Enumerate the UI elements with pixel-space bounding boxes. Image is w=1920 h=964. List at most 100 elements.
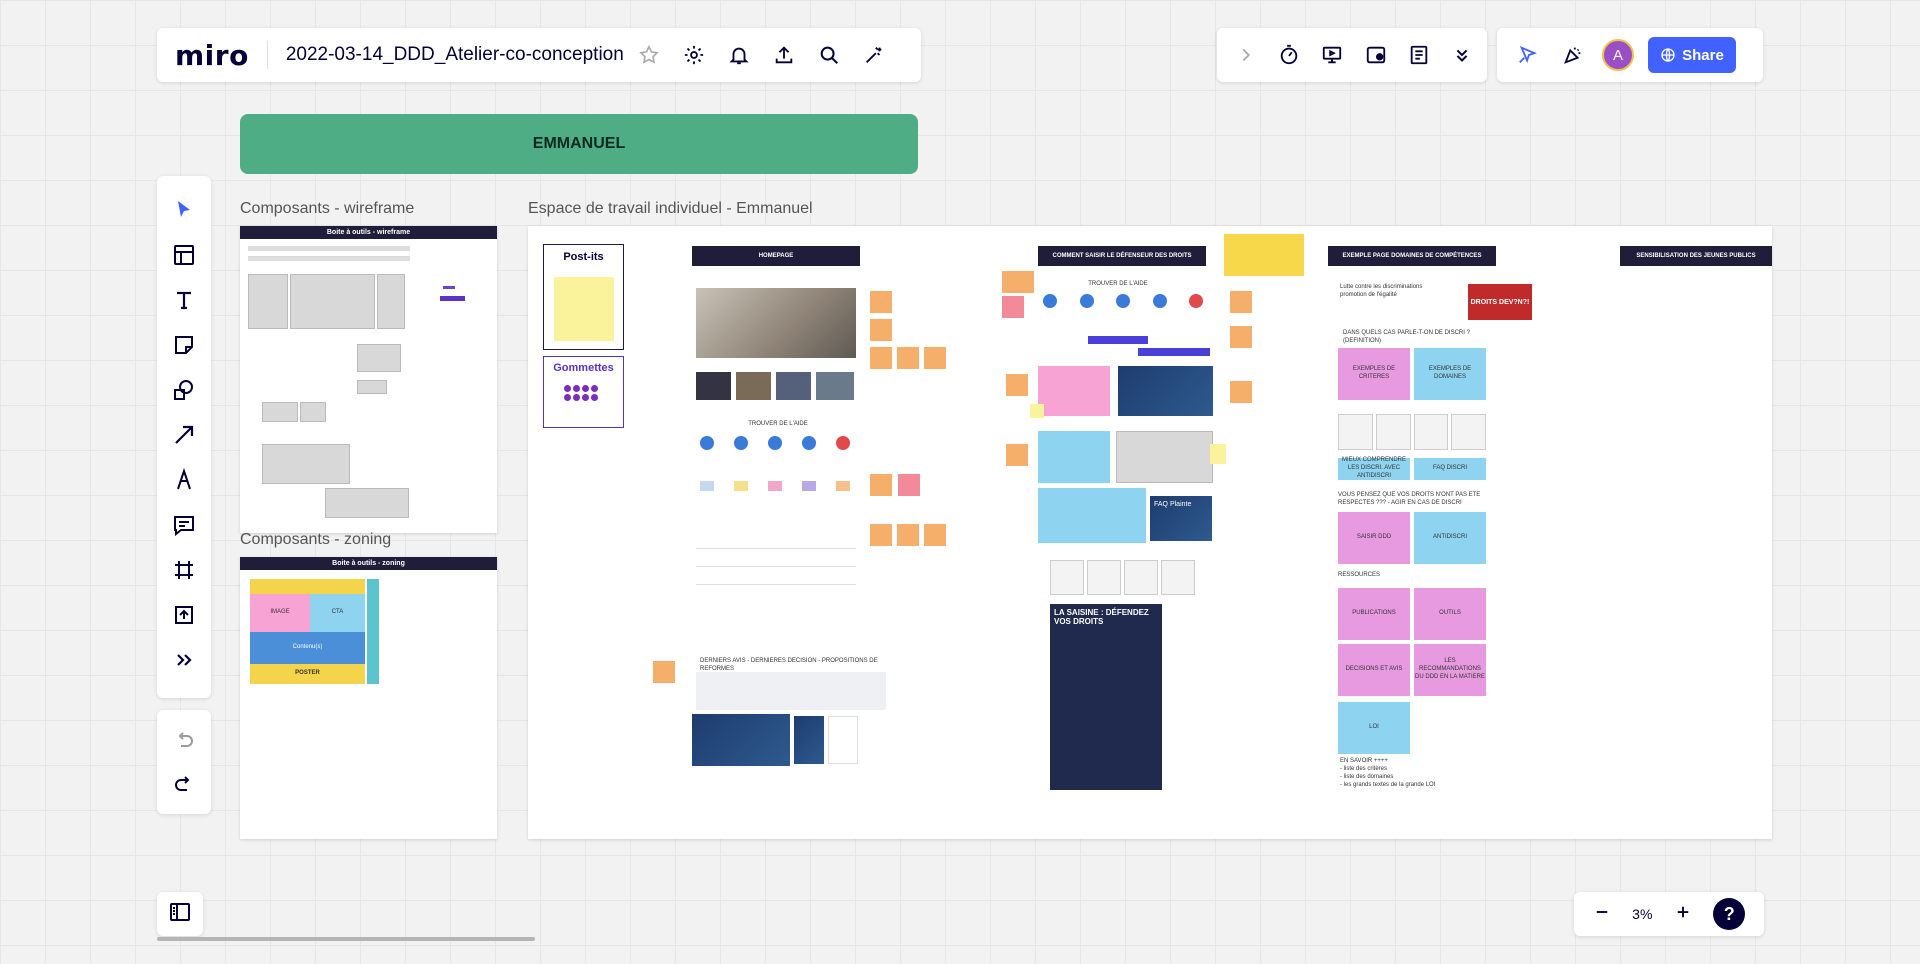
sticky-note[interactable]	[1230, 381, 1252, 403]
zone-image: IMAGE	[250, 594, 310, 632]
domaine-box-recommandations[interactable]: LES RECOMMANDATIONS DU DDD EN LA MATIERE	[1414, 644, 1486, 696]
zoom-controls: 3% ?	[1574, 892, 1764, 936]
zoom-in-icon[interactable]	[1674, 903, 1692, 926]
magic-icon[interactable]	[859, 40, 889, 70]
timer-icon[interactable]	[1274, 40, 1303, 70]
comment-icon[interactable]	[166, 507, 202, 543]
sticky-note[interactable]	[870, 347, 892, 369]
emmanuel-header[interactable]: EMMANUEL	[240, 114, 918, 174]
droits-devant-card[interactable]: DROITS DEV?N?!	[1468, 284, 1532, 320]
wf-button	[440, 296, 465, 301]
sticky-note[interactable]	[1006, 444, 1028, 466]
domaine-box-faq[interactable]: FAQ DISCRI	[1414, 458, 1486, 480]
zoom-level[interactable]: 3%	[1632, 906, 1652, 922]
saisir-button[interactable]	[1138, 348, 1210, 356]
notes-icon[interactable]	[1404, 40, 1433, 70]
wf-image	[262, 402, 298, 422]
sticky-note-yellow[interactable]	[1224, 234, 1304, 276]
domaine-box-outils[interactable]: OUTILS	[1414, 588, 1486, 640]
horizontal-scrollbar[interactable]	[157, 937, 535, 941]
gommettes-box[interactable]: Gommettes	[543, 356, 624, 428]
miro-logo[interactable]: miro	[175, 39, 249, 72]
domaine-box-antidiscri[interactable]: ANTIDISCRI	[1414, 512, 1486, 564]
sticky-note-blue[interactable]	[1038, 431, 1110, 483]
wf-image	[300, 402, 326, 422]
zoom-out-icon[interactable]	[1593, 903, 1611, 926]
wf-input	[340, 246, 410, 251]
sticky-note-pink[interactable]	[1038, 366, 1110, 416]
sticky-note[interactable]	[1002, 271, 1034, 293]
domaine-box-loi[interactable]: LOI	[1338, 702, 1410, 754]
chevron-right-icon[interactable]	[1231, 40, 1260, 70]
search-icon[interactable]	[814, 40, 844, 70]
sticky-note[interactable]	[1002, 296, 1024, 318]
zoning-frame[interactable]: Boite à outils - zoning IMAGE CTA Conten…	[240, 557, 497, 839]
sticky-note[interactable]	[897, 524, 919, 546]
text-icon[interactable]	[166, 282, 202, 318]
more-tools-icon[interactable]	[166, 642, 202, 678]
shapes-icon[interactable]	[166, 372, 202, 408]
sticky-note[interactable]	[1210, 444, 1226, 464]
sticky-note[interactable]	[653, 661, 675, 683]
more-down-icon[interactable]	[1448, 40, 1477, 70]
reactions-cursor-icon[interactable]	[1513, 40, 1543, 70]
domaine-box-mieux[interactable]: MIEUX COMPRENDRE LES DISCRI. AVEC ANTIDI…	[1338, 457, 1410, 480]
card-thumb	[794, 716, 824, 764]
sticky-note-icon[interactable]	[166, 327, 202, 363]
zoning-frame-label[interactable]: Composants - zoning	[240, 531, 391, 549]
redo-icon[interactable]	[166, 766, 202, 802]
sticky-note[interactable]	[870, 474, 892, 496]
sticky-note[interactable]	[1230, 291, 1252, 313]
domaine-box-domaines[interactable]: EXEMPLES DE DOMAINES	[1414, 348, 1486, 400]
card-thumb	[828, 716, 858, 764]
domaine-box-saisir[interactable]: SAISIR DDD	[1338, 512, 1410, 564]
sticky-note[interactable]	[1230, 326, 1252, 348]
sticky-note[interactable]	[898, 474, 920, 496]
card-icon[interactable]	[1361, 40, 1390, 70]
wf-input	[340, 256, 410, 261]
saisir-help-icons	[1043, 294, 1203, 314]
workspace-frame[interactable]: Post-its Gommettes HOMEPAGE TROUVER DE L…	[528, 226, 1772, 839]
sticky-note[interactable]	[870, 319, 892, 341]
wireframe-frame[interactable]: Boite à outils - wireframe	[240, 226, 497, 533]
wf-video	[262, 444, 350, 484]
domaine-box-publications[interactable]: PUBLICATIONS	[1338, 588, 1410, 640]
bell-icon[interactable]	[724, 40, 754, 70]
presentation-icon[interactable]	[1318, 40, 1347, 70]
postits-box[interactable]: Post-its	[543, 244, 624, 350]
frame-icon[interactable]	[166, 552, 202, 588]
wireframe-frame-label[interactable]: Composants - wireframe	[240, 200, 414, 218]
undo-icon[interactable]	[166, 722, 202, 758]
domaine-box-criteres[interactable]: EXEMPLES DE CRITERES	[1338, 348, 1410, 400]
wf-image	[357, 344, 401, 372]
workspace-frame-label[interactable]: Espace de travail individuel - Emmanuel	[528, 200, 813, 218]
upload-icon[interactable]	[769, 40, 799, 70]
gear-icon[interactable]	[679, 40, 709, 70]
news-thumb	[736, 372, 771, 400]
sticky-note[interactable]	[870, 291, 892, 313]
domaine-box-decisions[interactable]: DECISIONS ET AVIS	[1338, 644, 1410, 696]
help-button[interactable]: ?	[1713, 898, 1746, 930]
faq-plainte-card[interactable]: FAQ Plainte	[1150, 496, 1212, 541]
saisir-button[interactable]	[1088, 336, 1148, 344]
share-button[interactable]: Share	[1648, 37, 1736, 73]
star-icon[interactable]	[634, 40, 664, 70]
avatar[interactable]: A	[1602, 39, 1634, 71]
saisir-cards	[1050, 560, 1195, 595]
sticky-note[interactable]	[897, 347, 919, 369]
sticky-note[interactable]	[1030, 404, 1044, 418]
arrow-icon[interactable]	[166, 417, 202, 453]
cursor-icon[interactable]	[166, 192, 202, 228]
template-icon[interactable]	[166, 237, 202, 273]
sticky-note[interactable]	[870, 524, 892, 546]
frames-panel-toggle[interactable]	[157, 892, 203, 936]
sticky-note-blue[interactable]	[1038, 488, 1146, 543]
sticky-note[interactable]	[924, 347, 946, 369]
celebrate-icon[interactable]	[1558, 40, 1588, 70]
upload-file-icon[interactable]	[166, 597, 202, 633]
pen-icon[interactable]	[166, 462, 202, 498]
saisine-infographic[interactable]: LA SAISINE : DÉFENDEZ VOS DROITS	[1050, 604, 1162, 790]
sticky-note[interactable]	[924, 524, 946, 546]
board-title[interactable]: 2022-03-14_DDD_Atelier-co-conception	[286, 44, 624, 66]
sticky-note[interactable]	[1006, 374, 1028, 396]
